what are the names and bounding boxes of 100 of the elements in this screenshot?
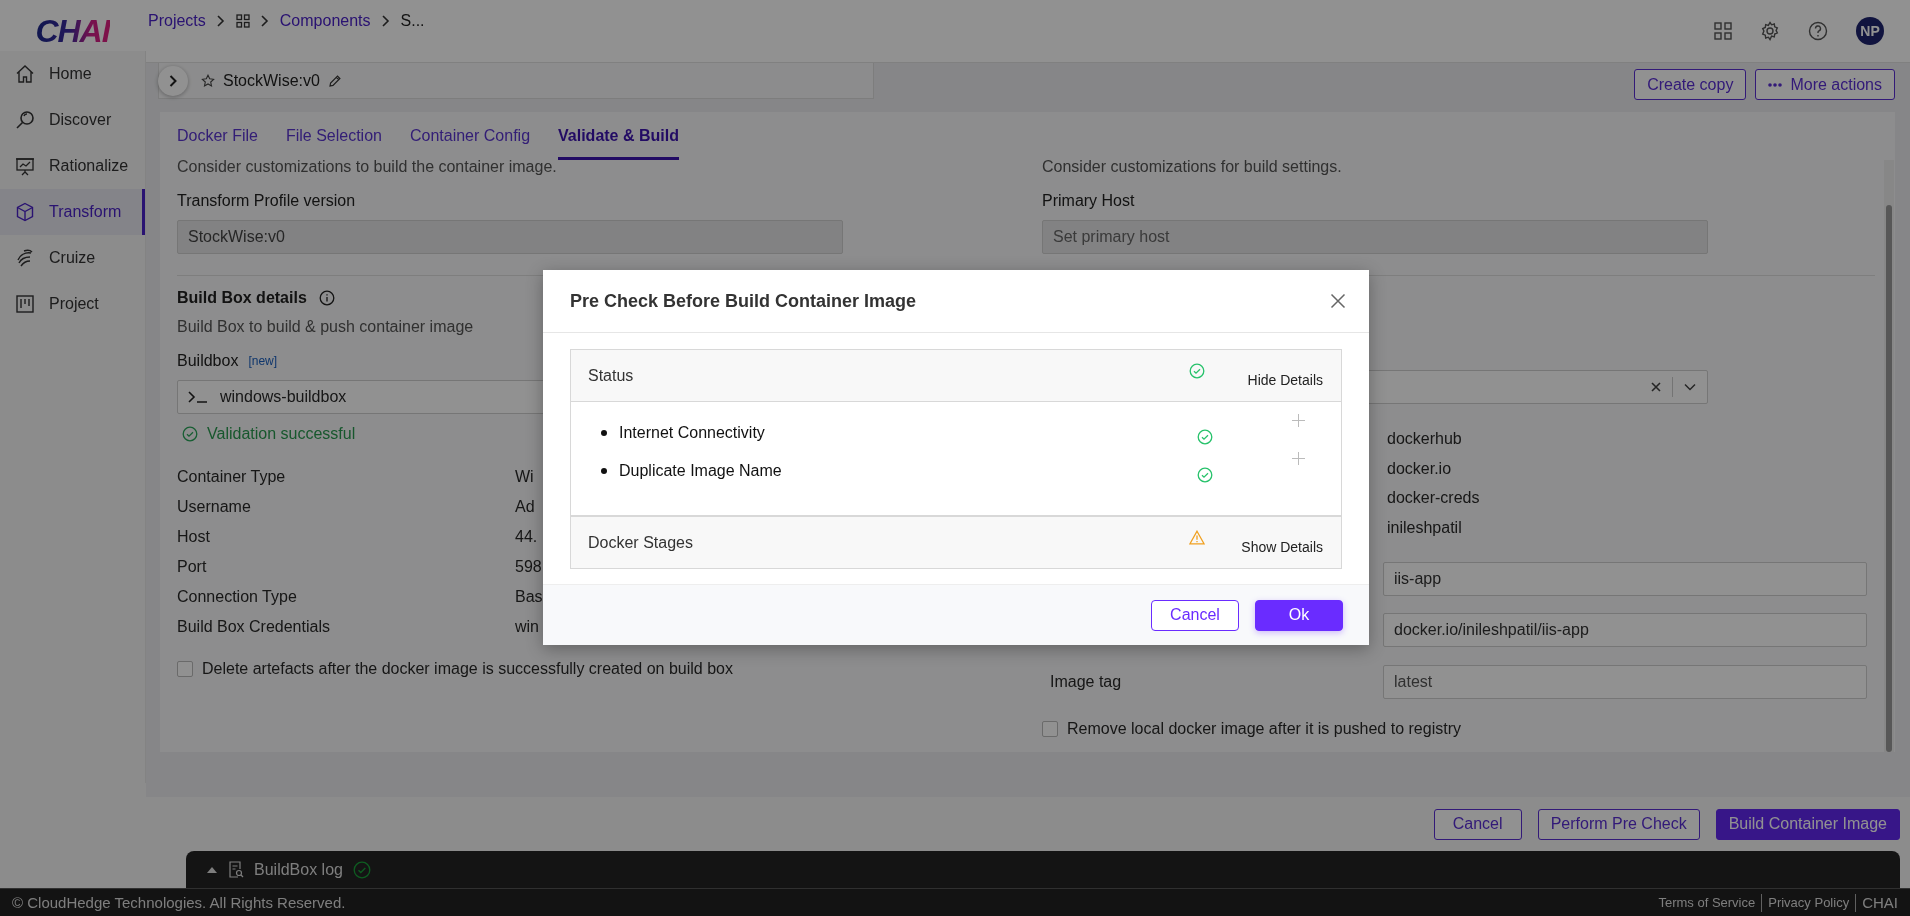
bullet-icon — [601, 430, 607, 436]
home-icon — [15, 64, 35, 84]
sidebar-item[interactable]: Discover — [0, 97, 145, 143]
footer-link[interactable]: CHAI — [1855, 893, 1898, 912]
bullet-icon — [601, 468, 607, 474]
chevron-icon — [259, 14, 270, 28]
pencil-icon[interactable] — [327, 73, 342, 88]
field-label: Primary Host — [1042, 191, 1136, 211]
input-field[interactable]: latest — [1383, 665, 1867, 699]
fingerprint-icon — [15, 248, 35, 268]
settings-icon[interactable] — [1760, 21, 1780, 41]
grid-icon[interactable] — [235, 14, 250, 28]
terminal-icon — [188, 390, 208, 404]
checkbox-label: Remove local docker image after it is pushed to registry — [1067, 720, 1461, 738]
toggle-details-link[interactable]: Hide Details — [1247, 363, 1323, 388]
toggle-details-link[interactable]: Show Details — [1241, 530, 1323, 555]
presentation-icon — [15, 156, 35, 176]
action-button[interactable]: Perform Pre Check — [1537, 808, 1700, 840]
sidebar-item[interactable]: Cruize — [0, 235, 145, 281]
sidebar-item[interactable]: Transform — [0, 189, 145, 235]
detail-label: Connection Type — [177, 588, 298, 606]
log-label[interactable]: BuildBox log — [254, 860, 343, 879]
chevron-right-icon — [168, 73, 178, 88]
kanban-icon — [15, 294, 35, 314]
accordion-header[interactable]: Status Hide Details — [571, 350, 1341, 402]
dialog-button[interactable]: Cancel — [1151, 599, 1239, 631]
tab[interactable]: Validate & Build — [558, 112, 679, 160]
apps-icon[interactable] — [1714, 22, 1732, 40]
breadcrumb-current: S... — [400, 12, 425, 30]
field-label: Transform Profile version — [177, 191, 357, 211]
warning-icon — [1189, 530, 1205, 545]
section-description: Consider customizations for build settings. — [1042, 157, 1343, 177]
validation-message: Validation successful — [207, 425, 356, 443]
field-label: Buildbox — [177, 351, 239, 371]
dialog-button[interactable]: Ok — [1255, 599, 1343, 631]
detail-value: Bas — [515, 588, 543, 606]
checkbox[interactable] — [177, 661, 193, 677]
registry-value: docker.io — [1387, 458, 1453, 479]
registry-value: docker-creds — [1387, 488, 1481, 508]
clear-icon[interactable] — [1650, 381, 1662, 393]
close-icon[interactable] — [1330, 293, 1346, 309]
info-icon[interactable] — [318, 290, 335, 306]
check-circle-icon — [1197, 467, 1213, 483]
check-circle-icon — [1189, 363, 1205, 379]
detail-value: 598 — [515, 558, 542, 576]
user-avatar[interactable]: NP — [1856, 17, 1884, 45]
caret-up-icon[interactable] — [206, 865, 218, 874]
scrollbar[interactable] — [1884, 160, 1894, 752]
document-search-icon — [228, 860, 244, 879]
check-item: Internet Connectivity — [619, 424, 765, 442]
copyright-text: © CloudHedge Technologies. All Rights Reserved. — [12, 894, 346, 911]
detail-value: Ad — [515, 498, 535, 516]
detail-label: Container Type — [177, 468, 287, 486]
detail-label: Username — [177, 498, 252, 516]
chevron-icon — [380, 14, 391, 28]
detail-value: Wi — [515, 468, 534, 486]
check-circle-icon — [1197, 429, 1213, 445]
detail-label: Port — [177, 558, 208, 576]
check-circle-icon — [352, 860, 371, 879]
detail-label: Build Box Credentials — [177, 618, 331, 636]
help-icon[interactable] — [1808, 21, 1828, 41]
section-description: Build Box to build & push container image — [177, 317, 475, 337]
check-item: Duplicate Image Name — [619, 462, 782, 480]
star-icon[interactable] — [201, 73, 215, 88]
input-field[interactable]: docker.io/inileshpatil/iis-app — [1383, 613, 1867, 647]
dialog-title: Pre Check Before Build Container Image — [570, 290, 917, 312]
section-description: Consider customizations to build the container image. — [177, 157, 558, 177]
tab[interactable]: File Selection — [285, 112, 382, 160]
chevron-down-icon[interactable] — [1683, 382, 1697, 392]
registry-value: dockerhub — [1387, 429, 1463, 449]
chevron-icon — [215, 14, 226, 28]
tab[interactable]: Docker File — [177, 112, 258, 160]
input-field[interactable]: iis-app — [1383, 562, 1867, 596]
accordion-header[interactable]: Docker Stages Show Details — [571, 517, 1341, 568]
checkbox[interactable] — [1042, 721, 1058, 737]
dots-icon — [1768, 82, 1783, 87]
action-button[interactable]: Cancel — [1433, 808, 1522, 840]
checkbox-label: Delete artefacts after the docker image is successfully created on build box — [202, 660, 733, 678]
field-label: Image tag — [1049, 673, 1123, 691]
detail-label: Host — [177, 528, 211, 546]
action-button[interactable]: Build Container Image — [1715, 808, 1900, 840]
check-circle-icon — [182, 426, 198, 442]
sidebar-item[interactable]: Rationalize — [0, 143, 145, 189]
detail-value: win — [515, 618, 539, 636]
breadcrumb-link[interactable]: Projects — [148, 12, 206, 30]
breadcrumb-link[interactable]: Components — [279, 12, 371, 30]
registry-value: inileshpatil — [1387, 517, 1463, 538]
cube-icon — [15, 202, 35, 222]
footer-link[interactable]: Privacy Policy — [1761, 893, 1856, 912]
new-link[interactable]: [new] — [248, 354, 278, 368]
detail-value: 44. — [515, 528, 538, 546]
create-copy-button[interactable]: Create copy — [1634, 69, 1747, 100]
footer-link[interactable]: Terms of Service — [1652, 893, 1762, 912]
section-title: Build Box details — [177, 289, 307, 307]
sidebar-item[interactable]: Project — [0, 281, 145, 327]
profile-name: StockWise:v0 — [223, 71, 320, 90]
tab[interactable]: Container Config — [409, 112, 531, 160]
more-actions-button[interactable]: More actions — [1755, 69, 1895, 100]
expand-button[interactable] — [158, 65, 188, 96]
magnifier-icon — [15, 110, 35, 130]
